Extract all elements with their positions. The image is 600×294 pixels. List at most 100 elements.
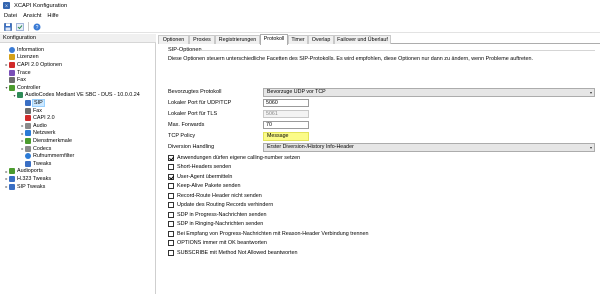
protokoll-panel: SIP-Optionen Diese Optionen steuern unte… (158, 44, 600, 294)
diversion-select[interactable]: Erster Diversion-/History Info-Header ▾ (263, 143, 595, 152)
dropdown-arrow-icon: ▾ (589, 145, 592, 150)
capi-icon (25, 115, 31, 122)
tree-item-netzwerk[interactable]: ▸ Netzwerk (20, 130, 55, 138)
key-icon (9, 54, 15, 61)
tree-item-audioports[interactable]: ▸ Audioports (4, 168, 43, 176)
tree-item-sip-tweaks[interactable]: ▸ SIP Tweaks (4, 183, 45, 191)
features-icon (25, 137, 31, 144)
tree-item-codecs[interactable]: ▸ Codecs (20, 145, 51, 153)
tab-proxies[interactable]: Proxies (189, 35, 215, 44)
tab-strip: Optionen Proxies Registrierungen Protoko… (158, 34, 600, 45)
checkbox[interactable] (168, 211, 174, 218)
checkbox[interactable] (168, 183, 174, 190)
network-icon (25, 130, 31, 137)
tree-item-lizenzen[interactable]: Lizenzen (4, 54, 39, 62)
tree-item-capi[interactable]: CAPI 2.0 (20, 114, 55, 122)
config-tree[interactable]: Information Lizenzen ▸ CAPI 2.0 Optionen … (0, 43, 156, 294)
trace-icon (9, 69, 15, 76)
max-forwards-input[interactable]: 70 (263, 121, 309, 129)
toolbar-separator (28, 22, 29, 31)
info-icon (9, 46, 15, 53)
toolbar: ? (0, 21, 600, 33)
audio-icon (25, 122, 31, 129)
tls-port-input[interactable]: 5061 (263, 110, 309, 118)
save-icon[interactable] (3, 22, 12, 31)
app-icon: X (3, 2, 10, 9)
sip-tweaks-icon (9, 183, 15, 190)
tab-failover[interactable]: Failover und Überlauf (334, 35, 391, 44)
window-title: XCAPI Konfiguration (14, 2, 68, 9)
checkbox[interactable] (168, 230, 174, 237)
tree-item-rufnummernfilter[interactable]: Rufnummernfilter (20, 152, 74, 160)
h323-icon (9, 175, 15, 182)
tab-overlap[interactable]: Overlap (308, 35, 334, 44)
checkbox-calling-number[interactable]: Anwendungen dürfen eigene calling-number… (168, 154, 300, 162)
tab-registrierungen[interactable]: Registrierungen (215, 35, 260, 44)
tcp-policy-select[interactable]: Message (263, 132, 309, 141)
checkbox-record-route[interactable]: Record-Route Header nicht senden (168, 192, 262, 200)
checkbox[interactable] (168, 173, 174, 180)
section-title: SIP-Optionen (168, 47, 202, 53)
title-bar: X XCAPI Konfiguration (0, 0, 600, 11)
max-forwards-label: Max. Forwards (168, 122, 205, 128)
fax-icon (25, 107, 31, 114)
checkbox[interactable] (168, 192, 174, 199)
tree-header: Konfiguration (0, 34, 156, 43)
checkbox-short-headers[interactable]: Short-Headers senden (168, 164, 231, 172)
checkbox-keep-alive[interactable]: Keep-Alive Pakete senden (168, 183, 241, 191)
sip-icon (25, 99, 31, 106)
audioports-icon (9, 168, 15, 175)
checkbox[interactable] (168, 164, 174, 171)
tree-item-controller[interactable]: ▾ Controller (4, 84, 40, 92)
tree-item-sip[interactable]: SIP (20, 98, 45, 107)
udp-tcp-port-label: Lokaler Port für UDP/TCP (168, 100, 232, 106)
checkbox-sdp-progress[interactable]: SDP in Progress-Nachrichten senden (168, 211, 267, 219)
tree-item-fax[interactable]: Fax (4, 76, 26, 84)
menu-ansicht[interactable]: Ansicht (23, 13, 41, 19)
diversion-label: Diversion Handling (168, 144, 215, 150)
protocol-label: Bevorzugtes Protokoll (168, 89, 222, 95)
checkbox[interactable] (168, 221, 174, 228)
checkbox[interactable] (168, 249, 174, 256)
section-divider (200, 50, 595, 51)
protocol-select[interactable]: Bevorzuge UDP vor TCP ▾ (263, 88, 595, 97)
tree-item-dienstmerkmale[interactable]: ▸ Dienstmerkmale (20, 137, 72, 145)
checkbox[interactable] (168, 240, 174, 247)
checkbox[interactable] (168, 154, 174, 161)
tab-timer[interactable]: Timer (288, 35, 308, 44)
fax-icon (9, 77, 15, 84)
tree-item-h323-tweaks[interactable]: ▸ H.323 Tweaks (4, 175, 51, 183)
checkbox[interactable] (168, 202, 174, 209)
dropdown-arrow-icon: ▾ (589, 90, 592, 95)
controller-icon (9, 84, 15, 91)
tree-item-information[interactable]: Information (4, 46, 44, 54)
capi-icon (9, 61, 15, 68)
checkbox-subscribe[interactable]: SUBSCRIBE mit Method Not Allowed beantwo… (168, 249, 297, 257)
apply-icon[interactable] (15, 22, 24, 31)
checkbox-options-ok[interactable]: OPTIONS immer mit OK beantworten (168, 240, 267, 248)
tcp-policy-label: TCP Policy (168, 133, 196, 139)
codecs-icon (25, 145, 31, 152)
menu-hilfe[interactable]: Hilfe (47, 13, 58, 19)
tls-port-label: Lokaler Port für TLS (168, 111, 218, 117)
tree-item-capi-optionen[interactable]: ▸ CAPI 2.0 Optionen (4, 61, 62, 69)
udp-tcp-port-input[interactable]: 5060 (263, 99, 309, 107)
checkbox-reason-header[interactable]: Bei Empfang von Progress-Nachrichten mit… (168, 230, 368, 238)
tweaks-icon (25, 160, 31, 167)
checkbox-user-agent[interactable]: User-Agent übermitteln (168, 173, 232, 181)
section-description: Diese Optionen steuern unterschiedliche … (168, 56, 533, 62)
tree-item-audio[interactable]: ▸ Audio (20, 122, 47, 130)
tree-item-tweaks[interactable]: Tweaks (20, 160, 51, 168)
menu-datei[interactable]: Datei (4, 13, 17, 19)
checkbox-sdp-ringing[interactable]: SDP in Ringing-Nachrichten senden (168, 221, 263, 229)
filter-icon (25, 153, 31, 160)
help-icon[interactable]: ? (32, 22, 41, 31)
menu-bar: Datei Ansicht Hilfe (0, 11, 600, 21)
tree-item-trace[interactable]: Trace (4, 69, 31, 77)
svg-text:?: ? (35, 25, 38, 31)
device-icon (17, 92, 23, 99)
tab-optionen[interactable]: Optionen (158, 35, 189, 44)
tree-item-audiocodes[interactable]: ▾ AudioCodes Mediant VE SBC - DUS - 10.0.… (12, 92, 140, 100)
tree-item-fax-sub[interactable]: Fax (20, 107, 42, 115)
checkbox-routing-record[interactable]: Update des Routing Records verhindern (168, 202, 273, 210)
